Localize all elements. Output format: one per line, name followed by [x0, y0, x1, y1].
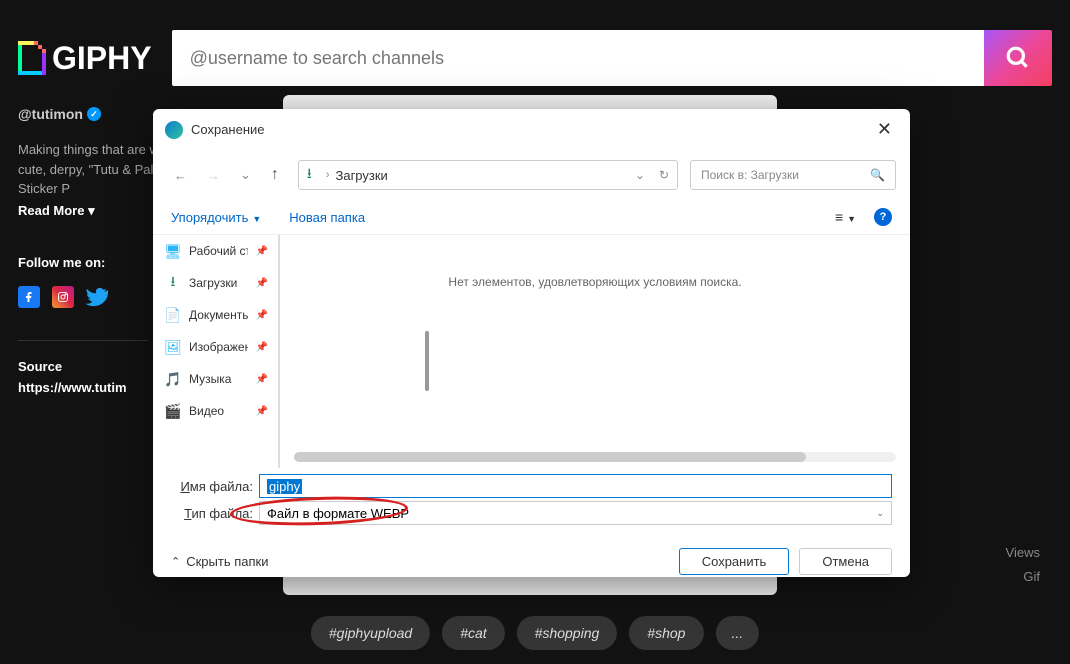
- pin-icon: 📌: [256, 374, 268, 385]
- dialog-body: 🖥Рабочий сто📌 ⭳Загрузки📌 📄Документы📌 🖼Из…: [153, 234, 910, 468]
- tree-item-downloads[interactable]: ⭳Загрузки📌: [153, 267, 278, 299]
- view-toggle-icon[interactable]: ≡ ▼: [835, 209, 856, 225]
- filename-label: Имя файла:: [171, 479, 259, 494]
- path-dropdown-icon[interactable]: ⌄: [635, 168, 645, 182]
- facebook-icon[interactable]: [18, 286, 40, 308]
- search-input[interactable]: [172, 30, 984, 86]
- tag-list: #giphyupload #cat #shopping #shop ...: [311, 616, 759, 650]
- twitter-icon[interactable]: [86, 286, 110, 310]
- instagram-icon[interactable]: [52, 286, 74, 308]
- tree-item-video[interactable]: 🎬Видео📌: [153, 395, 278, 427]
- organize-menu[interactable]: Упорядочить▼: [171, 210, 261, 225]
- tag-item[interactable]: #cat: [442, 616, 504, 650]
- tree-item-desktop[interactable]: 🖥Рабочий сто📌: [153, 235, 278, 267]
- search-bar: [172, 30, 1052, 86]
- dialog-nav: ← → ⌄ ↑ ⭳ › Загрузки ⌄ ↻ Поиск в: Загруз…: [153, 150, 910, 200]
- close-button[interactable]: ✕: [869, 117, 900, 142]
- filename-input[interactable]: giphy: [259, 474, 892, 498]
- verified-badge-icon: ✓: [87, 107, 101, 121]
- download-folder-icon: ⭳: [307, 163, 312, 187]
- giphy-logo[interactable]: GIPHY: [18, 40, 152, 77]
- empty-message: Нет элементов, удовлетворяющих условиям …: [448, 275, 741, 289]
- filetype-label: Тип файла:: [171, 506, 259, 521]
- edge-browser-icon: [165, 121, 183, 139]
- path-separator-icon: ›: [326, 169, 330, 181]
- site-header: GIPHY: [0, 0, 1070, 106]
- search-button[interactable]: [984, 30, 1052, 86]
- filetype-value: Файл в формате WEBP: [267, 506, 409, 521]
- search-icon: [1005, 45, 1031, 71]
- gif-label: Gif: [1023, 569, 1040, 584]
- dialog-footer: ⌃ Скрыть папки Сохранить Отмена: [153, 530, 910, 589]
- views-label: Views: [1006, 545, 1040, 560]
- search-icon: 🔍: [870, 168, 885, 182]
- dialog-toolbar: Упорядочить▼ Новая папка ≡ ▼ ?: [153, 200, 910, 234]
- tag-item[interactable]: #shopping: [517, 616, 618, 650]
- pin-icon: 📌: [256, 278, 268, 289]
- folder-search[interactable]: Поиск в: Загрузки 🔍: [690, 160, 896, 190]
- cancel-button[interactable]: Отмена: [799, 548, 892, 575]
- tag-more[interactable]: ...: [715, 616, 759, 650]
- giphy-logo-text: GIPHY: [52, 40, 152, 77]
- hide-folders-toggle[interactable]: ⌃ Скрыть папки: [171, 554, 268, 569]
- tree-item-music[interactable]: 🎵Музыка📌: [153, 363, 278, 395]
- chevron-up-icon: ⌃: [171, 555, 180, 568]
- folder-tree: 🖥Рабочий сто📌 ⭳Загрузки📌 📄Документы📌 🖼Из…: [153, 235, 280, 468]
- chevron-down-icon: ⌄: [876, 508, 884, 519]
- download-icon: ⭳: [165, 275, 181, 291]
- tag-item[interactable]: #shop: [629, 616, 703, 650]
- save-button[interactable]: Сохранить: [679, 548, 790, 575]
- document-icon: 📄: [165, 307, 181, 323]
- folder-content: Нет элементов, удовлетворяющих условиям …: [280, 235, 910, 468]
- path-text: Загрузки: [335, 168, 387, 183]
- music-icon: 🎵: [165, 371, 181, 387]
- help-icon[interactable]: ?: [874, 208, 892, 226]
- pin-icon: 📌: [256, 310, 268, 321]
- pin-icon: 📌: [256, 406, 268, 417]
- nav-dropdown-icon[interactable]: ⌄: [233, 163, 258, 187]
- tree-item-images[interactable]: 🖼Изображени📌: [153, 331, 278, 363]
- new-folder-button[interactable]: Новая папка: [289, 210, 365, 225]
- content-scrollbar[interactable]: [294, 452, 896, 462]
- divider: [18, 340, 148, 341]
- desktop-icon: 🖥: [165, 243, 181, 259]
- pin-icon: 📌: [256, 246, 268, 257]
- save-dialog: Сохранение ✕ ← → ⌄ ↑ ⭳ › Загрузки ⌄ ↻ По…: [153, 109, 910, 577]
- dialog-title: Сохранение: [191, 122, 265, 137]
- dialog-fields: Имя файла: giphy Тип файла: Файл в форма…: [153, 468, 910, 530]
- giphy-logo-icon: [18, 41, 46, 75]
- filetype-select[interactable]: Файл в формате WEBP ⌄: [259, 501, 892, 525]
- nav-back-icon[interactable]: ←: [167, 164, 194, 187]
- nav-up-icon[interactable]: ↑: [264, 162, 286, 188]
- tree-item-documents[interactable]: 📄Документы📌: [153, 299, 278, 331]
- nav-forward-icon[interactable]: →: [200, 164, 227, 187]
- username-text: @tutimon: [18, 106, 83, 122]
- video-icon: 🎬: [165, 403, 181, 419]
- image-icon: 🖼: [165, 339, 181, 355]
- tag-item[interactable]: #giphyupload: [311, 616, 430, 650]
- dialog-titlebar: Сохранение ✕: [153, 109, 910, 150]
- path-bar[interactable]: ⭳ › Загрузки ⌄ ↻: [298, 160, 678, 190]
- pin-icon: 📌: [256, 342, 268, 353]
- path-refresh-icon[interactable]: ↻: [659, 168, 669, 182]
- folder-search-placeholder: Поиск в: Загрузки: [701, 168, 870, 182]
